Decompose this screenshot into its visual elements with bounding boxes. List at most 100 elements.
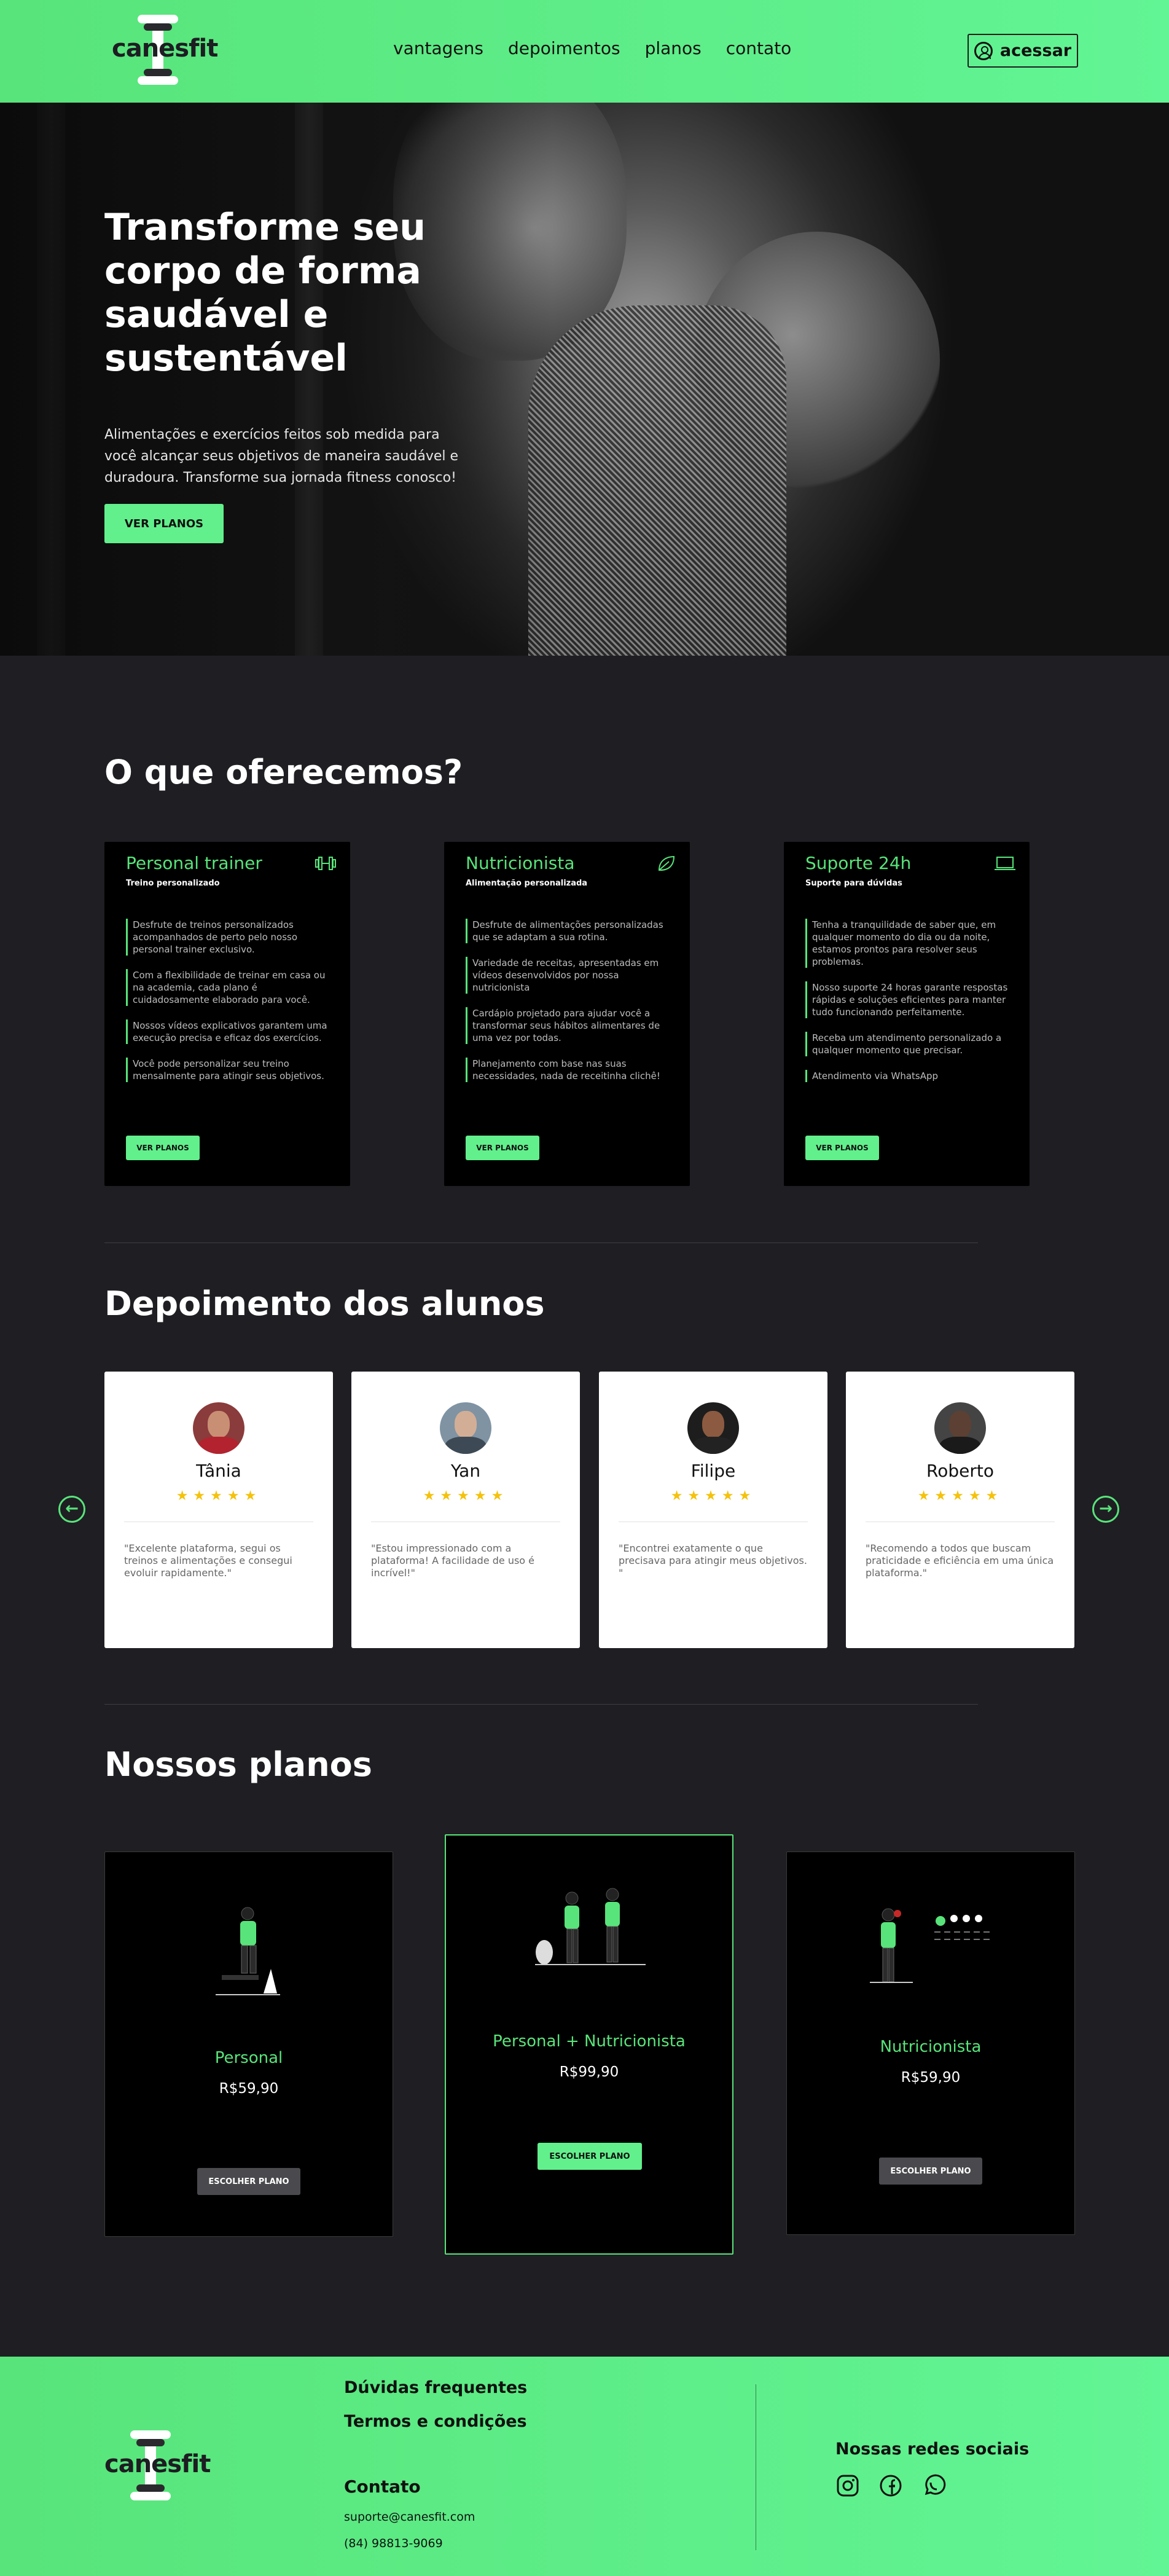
logo-dumbbell-bottom	[138, 76, 178, 85]
testimonial-name: Roberto	[926, 1461, 994, 1481]
list-item: Desfrute de alimentações personalizadas …	[466, 919, 674, 943]
rating-stars: ★★★★★	[176, 1488, 262, 1504]
user-circle-icon	[974, 41, 993, 60]
avatar	[193, 1402, 244, 1454]
list-item: Cardápio projetado para ajudar você a tr…	[466, 1007, 674, 1044]
nav-link-planos[interactable]: planos	[645, 38, 702, 58]
plans-title: Nossos planos	[104, 1745, 372, 1784]
logo[interactable]: canesfit	[112, 15, 218, 86]
rating-stars: ★★★★★	[423, 1488, 509, 1504]
list-item: Com a flexibilidade de treinar em casa o…	[126, 969, 335, 1006]
list-item: Nossos vídeos explicativos garantem uma …	[126, 1019, 335, 1044]
contact-title: Contato	[344, 2476, 421, 2497]
logo-dumbbell-bottom	[130, 2492, 171, 2500]
whatsapp-icon[interactable]	[921, 2473, 946, 2498]
testimonial-quote: "Encontrei exatamente o que precisava pa…	[619, 1542, 807, 1579]
offer-card-list: Tenha a tranquilidade de saber que, em q…	[805, 919, 1014, 1096]
rating-stars: ★★★★★	[670, 1488, 756, 1504]
offer-card-suporte: Suporte 24h Suporte para dúvidas Tenha a…	[784, 842, 1030, 1186]
avatar	[934, 1402, 986, 1454]
site-header: canesfit vantagens depoimentos planos co…	[0, 0, 1169, 103]
offer-card-subtitle: Alimentação personalizada	[466, 879, 588, 888]
list-item: Receba um atendimento personalizado a qu…	[805, 1032, 1014, 1056]
plan-card-personal: Personal R$59,90 ESCOLHER PLANO	[104, 1852, 393, 2237]
testimonial-name: Filipe	[690, 1461, 736, 1481]
contact-phone: (84) 98813-9069	[344, 2537, 443, 2550]
carousel-prev-button[interactable]: ←	[58, 1496, 85, 1523]
access-button[interactable]: acessar	[968, 34, 1078, 68]
testimonial-quote: "Excelente plataforma, segui os treinos …	[124, 1542, 292, 1579]
avatar-body	[692, 1437, 734, 1454]
logo-dumbbell-top-inner	[136, 2439, 165, 2446]
contact-email[interactable]: suporte@canesfit.com	[344, 2510, 475, 2524]
list-item: Desfrute de treinos personalizados acomp…	[126, 919, 335, 956]
avatar-face	[455, 1411, 477, 1438]
testimonial-name: Yan	[450, 1461, 481, 1481]
list-item: Atendimento via WhatsApp	[805, 1070, 1014, 1082]
leaf-icon	[658, 855, 675, 871]
access-button-label: acessar	[999, 41, 1072, 60]
personal-nutricionista-illustration	[535, 1888, 646, 1965]
hero-photo-torso	[528, 305, 786, 656]
testimonial-quote: "Estou impressionado com a plataforma! A…	[371, 1542, 535, 1579]
testimonial-quote: "Recomendo a todos que buscam praticidad…	[866, 1542, 1054, 1579]
logo-dumbbell-bottom-inner	[136, 2484, 165, 2492]
offer-plans-button[interactable]: VER PLANOS	[466, 1136, 539, 1160]
site-footer: canesfit Dúvidas frequentes Termos e con…	[0, 2357, 1169, 2576]
testimonial-name: Tânia	[196, 1461, 241, 1481]
offer-card-list: Desfrute de alimentações personalizadas …	[466, 919, 674, 1096]
testimonial-card: Filipe ★★★★★ "Encontrei exatamente o que…	[599, 1372, 827, 1648]
plan-price: R$59,90	[219, 2081, 279, 2097]
rating-stars: ★★★★★	[917, 1488, 1003, 1504]
offer-card-list: Desfrute de treinos personalizados acomp…	[126, 919, 335, 1096]
offer-plans-button[interactable]: VER PLANOS	[126, 1136, 200, 1160]
avatar	[687, 1402, 739, 1454]
offers-title: O que oferecemos?	[104, 753, 463, 791]
nav-link-vantagens[interactable]: vantagens	[393, 38, 483, 58]
footer-link-faq[interactable]: Dúvidas frequentes	[344, 2378, 527, 2397]
nav-link-depoimentos[interactable]: depoimentos	[508, 38, 620, 58]
choose-plan-button[interactable]: ESCOLHER PLANO	[197, 2168, 300, 2195]
list-item: Planejamento com base nas suas necessida…	[466, 1058, 674, 1082]
logo-dumbbell-top	[130, 2430, 171, 2439]
logo-dumbbell-bottom-inner	[144, 69, 172, 76]
social-title: Nossas redes sociais	[835, 2440, 1030, 2459]
hero-plans-button[interactable]: VER PLANOS	[104, 504, 224, 543]
hero-title: Transforme seu corpo de forma saudável e…	[104, 206, 426, 380]
plan-name: Nutricionista	[880, 2038, 982, 2056]
offer-card-title: Personal trainer	[126, 853, 262, 873]
avatar-face	[208, 1411, 230, 1438]
testimonials-title: Depoimento dos alunos	[104, 1284, 545, 1323]
nav-link-contato[interactable]: contato	[726, 38, 792, 58]
plan-name: Personal	[214, 2049, 283, 2067]
section-divider	[104, 1704, 978, 1705]
offer-card-title: Nutricionista	[466, 853, 575, 873]
plan-price: R$59,90	[901, 2070, 961, 2086]
testimonial-card: Roberto ★★★★★ "Recomendo a todos que bus…	[846, 1372, 1074, 1648]
offer-card-nutricionista: Nutricionista Alimentação personalizada …	[444, 842, 690, 1186]
facebook-icon[interactable]	[878, 2473, 903, 2498]
instagram-icon[interactable]	[835, 2473, 860, 2498]
avatar-face	[702, 1411, 724, 1438]
plan-card-personal-nutricionista: Personal + Nutricionista R$99,90 ESCOLHE…	[445, 1834, 733, 2255]
carousel-next-button[interactable]: →	[1092, 1496, 1119, 1523]
logo-text: canesfit	[112, 34, 218, 63]
plan-price: R$99,90	[559, 2064, 619, 2080]
list-item: Tenha a tranquilidade de saber que, em q…	[805, 919, 1014, 968]
hero-description: Alimentações e exercícios feitos sob med…	[104, 427, 459, 485]
footer-logo[interactable]: canesfit	[104, 2430, 211, 2502]
avatar	[440, 1402, 491, 1454]
logo-dumbbell-top-inner	[144, 23, 172, 31]
choose-plan-button[interactable]: ESCOLHER PLANO	[879, 2158, 982, 2185]
dumbbell-icon	[315, 857, 336, 870]
offer-card-subtitle: Treino personalizado	[126, 879, 220, 888]
main-nav: vantagens depoimentos planos contato	[393, 38, 791, 58]
avatar-body	[445, 1437, 487, 1454]
testimonial-card: Yan ★★★★★ "Estou impressionado com a pla…	[351, 1372, 580, 1648]
offer-card-subtitle: Suporte para dúvidas	[805, 879, 902, 888]
offer-plans-button[interactable]: VER PLANOS	[805, 1136, 879, 1160]
list-item: Variedade de receitas, apresentadas em v…	[466, 957, 674, 994]
list-item: Nosso suporte 24 horas garante respostas…	[805, 981, 1014, 1018]
footer-link-terms[interactable]: Termos e condições	[344, 2412, 527, 2431]
choose-plan-button[interactable]: ESCOLHER PLANO	[538, 2143, 642, 2170]
